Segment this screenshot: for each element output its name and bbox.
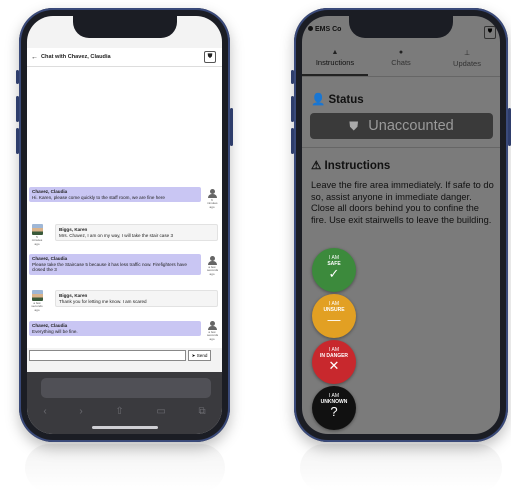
message-time: 6 minutes ago: [207, 198, 218, 209]
avatar: a few seconds ago: [207, 256, 219, 276]
volume-down-button: [16, 128, 19, 154]
phone-notch: [72, 16, 177, 38]
status-heading: 👤 Status: [311, 94, 364, 106]
user-status-icon: 👤: [311, 94, 329, 106]
compose-bar: ➤ Send: [29, 349, 220, 361]
tab-chats[interactable]: ● Chats: [368, 46, 434, 76]
tab-updates[interactable]: ⊥ Updates: [434, 46, 500, 76]
message-time: a few seconds ago: [31, 301, 43, 312]
i-am-safe-button[interactable]: I AM SAFE ✓: [312, 248, 356, 292]
divider: [302, 147, 500, 148]
question-icon: ?: [330, 404, 338, 419]
share-icon[interactable]: ⇧: [115, 406, 123, 417]
chat-bubble-icon: ●: [398, 49, 404, 56]
tab-bar: ▲ Instructions ● Chats ⊥ Updates: [302, 46, 500, 77]
ems-screen: EMS Co ⛊ ▲ Instructions ● Chats ⊥ Update…: [302, 16, 500, 434]
mute-switch: [291, 70, 294, 84]
message-text: Hi. Karen, please come quickly to the st…: [32, 194, 165, 200]
message-bubble: Chavez, Claudia Hi. Karen, please come q…: [29, 187, 201, 203]
bookmarks-icon[interactable]: ▭: [156, 406, 165, 417]
instructions-heading: ⚠ Instructions: [311, 160, 391, 172]
right-phone: EMS Co ⛊ ▲ Instructions ● Chats ⊥ Update…: [291, 8, 511, 442]
message-time: 5 minutes ago: [31, 235, 43, 246]
message-bubble: Chavez, Claudia Please take the Staircas…: [29, 254, 201, 275]
status-badge: ⛊ Unaccounted: [310, 113, 493, 139]
forward-icon[interactable]: ›: [79, 406, 82, 417]
i-am-unknown-button[interactable]: I AM UNKNOWN ?: [312, 386, 356, 430]
chat-header: ← Chat with Chavez, Claudia ⛊: [27, 48, 222, 67]
chat-screen: ← Chat with Chavez, Claudia ⛊ Chavez, Cl…: [27, 16, 222, 434]
shield-icon[interactable]: ⛊: [204, 51, 216, 63]
back-icon[interactable]: ‹: [43, 406, 46, 417]
message-text: Everything will be fine.: [32, 328, 78, 334]
send-button[interactable]: ➤ Send: [188, 349, 211, 361]
user-photo: [31, 290, 43, 301]
avatar: 6 minutes ago: [207, 189, 218, 209]
volume-down-button: [291, 128, 294, 154]
address-bar[interactable]: [41, 378, 211, 398]
shield-icon[interactable]: ⛊: [484, 26, 496, 39]
tab-label: Chats: [391, 58, 411, 67]
message-bubble: Biggs, Karen Thank you for letting me kn…: [55, 290, 218, 308]
send-label: Send: [196, 352, 208, 358]
i-am-in-danger-button[interactable]: I AM IN DANGER ✕: [312, 340, 356, 384]
tabs-icon[interactable]: ⧉: [198, 406, 205, 417]
home-indicator: [91, 426, 158, 429]
message-text: Mrs. Chavez, I am on my way, I will take…: [59, 232, 174, 238]
triangle-icon: ▲: [331, 49, 339, 56]
message-bubble: Chavez, Claudia Everything will be fine.: [29, 321, 201, 337]
message-time: a few seconds ago: [207, 330, 219, 341]
back-arrow-icon[interactable]: ←: [31, 54, 38, 61]
phone-notch: [349, 16, 453, 38]
message-text: Please take the Staircase 5 because it h…: [32, 261, 187, 273]
avatar: a few seconds ago: [31, 290, 43, 312]
chat-title: Chat with Chavez, Claudia: [41, 54, 111, 60]
phone-reflection: [300, 444, 502, 492]
left-phone: ← Chat with Chavez, Claudia ⛊ Chavez, Cl…: [16, 8, 233, 442]
check-icon: ✓: [328, 266, 340, 281]
status-value: Unaccounted: [368, 118, 454, 134]
tab-instructions[interactable]: ▲ Instructions: [302, 46, 368, 76]
avatar: 5 minutes ago: [31, 224, 43, 246]
browser-toolbar: ‹ › ⇧ ▭ ⧉: [27, 372, 222, 434]
shield-alert-icon: ⛊: [349, 118, 359, 133]
minus-icon: —: [327, 312, 341, 327]
message-text: Thank you for letting me know. I am scar…: [59, 298, 147, 304]
volume-up-button: [16, 96, 19, 122]
app-logo-icon: [308, 26, 313, 31]
message-time: a few seconds ago: [207, 265, 219, 276]
phone-reflection: [25, 444, 225, 492]
message-input[interactable]: [29, 349, 186, 361]
message-bubble: Biggs, Karen Mrs. Chavez, I am on my way…: [55, 224, 218, 242]
tab-label: Updates: [453, 59, 481, 68]
avatar: a few seconds ago: [207, 321, 219, 341]
app-title: EMS Co: [308, 26, 341, 33]
tab-label: Instructions: [315, 58, 355, 67]
message-list: Chavez, Claudia Hi. Karen, please come q…: [27, 67, 222, 348]
pin-icon: ⊥: [463, 50, 471, 57]
x-icon: ✕: [328, 358, 340, 373]
power-button: [230, 108, 233, 146]
warning-icon: ⚠: [311, 160, 325, 172]
i-am-unsure-button[interactable]: I AM UNSURE —: [312, 294, 356, 338]
instructions-text: Leave the fire area immediately. If safe…: [311, 180, 494, 225]
mute-switch: [16, 70, 19, 84]
user-photo: [31, 224, 43, 235]
volume-up-button: [291, 96, 294, 122]
